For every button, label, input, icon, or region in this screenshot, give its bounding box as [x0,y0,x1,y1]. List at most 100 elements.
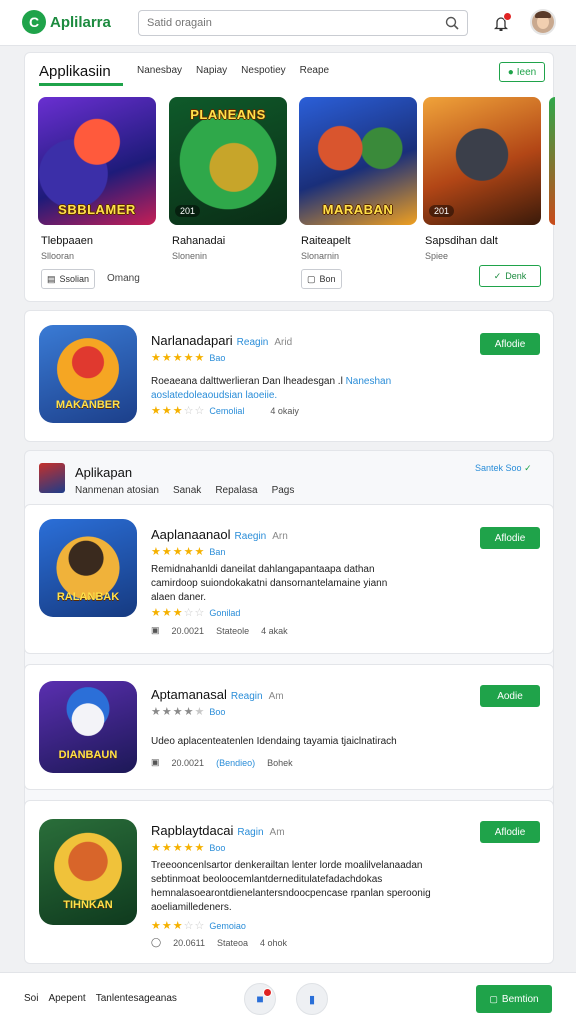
app-thumbnail[interactable]: SBBLAMER [38,97,156,225]
app-tag: Reagin [236,337,269,348]
search-icon[interactable] [445,16,459,30]
star-icon: ★★★ [151,405,184,417]
app-dim: Am [268,691,284,702]
star-empty-icon: ☆☆ [183,920,206,932]
meta-count: Bohek [267,757,293,768]
rating-stars: ★★★★★ Boo [151,841,225,854]
app-tag: Raegin [234,531,267,542]
meta-status: Stateoa [216,937,248,948]
secondary-rating: ★★★☆☆ Cemolial 4 okaiy [151,404,299,417]
description-line: Roeaeana dalttwerlieran Dan lheadesgan .… [151,376,343,387]
group-tab[interactable]: Sanak [173,485,201,496]
group-tab[interactable]: Pags [272,485,295,496]
tab-reape[interactable]: Reape [300,65,329,76]
bottom-bar: Soi Apepent Tanlentesageanas ■ ▮ ▢ Bemti… [0,972,576,1024]
bottom-text-item[interactable]: Soi [24,993,38,1004]
logo-icon: C [22,10,46,34]
description-line: Treeooncenlsartor denkerailtan lenter lo… [151,860,423,871]
app-name-line: Narlanadapari Reagin Arid [151,333,292,348]
install-button[interactable]: Aflodie [480,333,540,355]
star-empty-icon: ☆☆ [183,405,206,417]
app-card[interactable]: RALANBAK Aaplanaanaol Raegin Arn ★★★★★ Ban … [24,504,554,654]
bon-button-label: Bon [319,274,336,284]
group-tab[interactable]: Nanmenan atosian [75,485,159,496]
tab-napiay[interactable]: Napiay [196,65,227,76]
calendar-icon: ▣ [151,625,160,635]
view-button[interactable]: ● Ieen [499,62,545,82]
group-see-all-link[interactable]: Santek Soo ✓ [475,463,532,474]
denk-button-label: Denk [505,271,527,281]
app-icon-label: DIANBAUN [58,749,118,761]
section-title: Applikasiin [39,63,111,80]
section-underline [39,83,123,86]
view-button-label: Ieen [516,66,537,78]
primary-cta-button[interactable]: ▢ Bemtion [476,985,552,1013]
next-thumbnail-peek [549,97,555,225]
install-button[interactable]: Aodie [480,685,540,707]
app-description: Udeo aplacenteatenlen Idendaing tayamia … [151,735,491,749]
rating-note: Ban [209,547,226,557]
install-button[interactable]: Aflodie [480,527,540,549]
app-icon: TIHNKAN [39,819,137,925]
app-description: Roeaeana dalttwerlieran Dan lheadesgan .… [151,375,451,403]
check-circle-icon: ✓ [524,463,532,473]
app-icon-label: RALANBAK [56,591,120,603]
tab-nanesbay[interactable]: Nanesbay [137,65,182,76]
solian-button[interactable]: ▤ Ssolian [41,269,96,289]
star-icon: ★★★★ [151,706,195,718]
app-thumbnail[interactable]: MARABAN [299,97,417,225]
app-name-line: Rapblaytdacai Ragin Am [151,823,285,838]
calendar-icon: ▣ [151,757,160,767]
thumbnail-subtitle: Slonarnin [301,251,340,261]
square-button[interactable]: ▮ [296,983,328,1015]
thumbnail-name: Sapsdihan dalt [425,235,498,247]
search-input[interactable] [139,11,429,35]
app-card[interactable]: TIHNKAN Rapblaytdacai Ragin Am ★★★★★ Boo Tr… [24,800,554,964]
app-card[interactable]: DIANBAUN Aptamanasal Reagin Am ★★★★★ Boo Ud… [24,664,554,790]
app-description: Remidnahanldi daneilat dahlangapantaapa … [151,563,451,605]
meta-status: (Bendieo) [216,757,256,768]
app-name-line: Aaplanaanaol Raegin Arn [151,527,288,542]
app-icon: MAKANBER [39,325,137,423]
group-title: Aplikapan [75,465,133,480]
thumbnail-subtitle: Sllooran [41,251,75,261]
applications-carousel: Applikasiin Nanesbay Napiay Nespotiey Re… [24,52,555,302]
app-thumbnail[interactable]: PLANEANS 201 [169,97,287,225]
thumbnail-name: Tlebpaaen [41,235,93,247]
meta-status: Stateole [216,625,250,636]
star-icon: ★★★★★ [151,842,206,854]
avatar[interactable] [530,9,556,35]
group-tab[interactable]: Repalasa [215,485,257,496]
bottom-text: Soi Apepent Tanlentesageanas [24,993,177,1004]
secondary-rating: ★★★☆☆ Gonilad [151,606,240,619]
thumbnail-chip: 201 [429,205,455,217]
app-dim: Am [269,827,285,838]
cta-icon: ▢ [489,993,498,1004]
thumbnail-title: SBBLAMER [58,202,136,217]
star-icon: ★★★ [151,920,184,932]
app-card[interactable]: MAKANBER Narlanadapari Reagin Arid ★★★★★ Ba… [24,310,554,442]
thumbnail-name: Raiteapelt [301,235,351,247]
bookmark-button[interactable]: ■ [244,983,276,1015]
bottom-text-item[interactable]: Apepent [48,993,85,1004]
app-thumbnail[interactable]: 201 [423,97,541,225]
description-line: aoeliamilledeners. [151,902,232,913]
denk-button[interactable]: ✓ Denk [479,265,541,287]
description-link[interactable]: Naneshan [346,376,392,387]
description-line: Remidnahanldi daneilat dahlangapantaapa … [151,564,375,575]
install-button[interactable]: Aflodie [480,821,540,843]
rating-note: Boo [209,843,226,853]
thumbnail-title: PLANEANS [190,107,266,122]
app-name-line: Aptamanasal Reagin Am [151,687,284,702]
app-dim: Arid [274,337,293,348]
app-logo[interactable]: C Aplilarra [22,10,111,34]
bottom-text-item[interactable]: Tanlentesageanas [96,993,177,1004]
bon-button[interactable]: ▢ Bon [301,269,342,289]
app-dim: Arn [272,531,288,542]
thumbnail-name: Rahanadai [172,235,226,247]
star-icon: ★★★ [151,607,184,619]
top-bar: C Aplilarra [0,0,576,46]
tab-nespotiey[interactable]: Nespotiey [241,65,285,76]
star-icon: ★★★★★ [151,352,206,364]
description-line: hemnalasoearontdienelantersndoocpencase … [151,888,431,899]
